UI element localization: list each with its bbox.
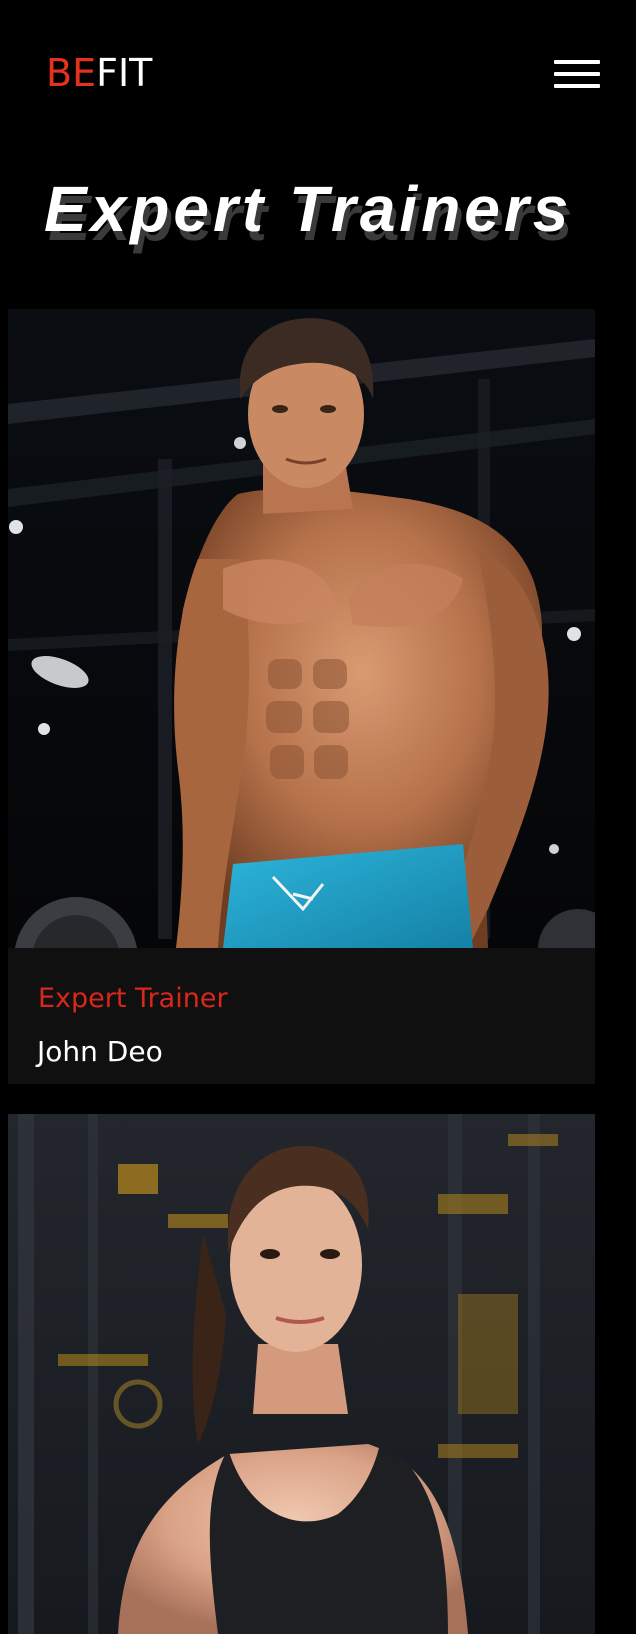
hamburger-menu-icon[interactable] <box>552 56 602 92</box>
menu-bar-bottom <box>554 84 600 88</box>
male-trainer-photo <box>8 309 595 948</box>
trainer-name[interactable]: John Deo <box>37 1035 163 1069</box>
trainer-card[interactable]: Expert Trainer John Deo <box>8 309 595 1084</box>
female-trainer-photo <box>8 1114 595 1634</box>
trainer-info: Expert Trainer John Deo <box>8 948 595 1084</box>
trainer-role: Expert Trainer <box>38 983 228 1014</box>
menu-bar-middle <box>554 72 600 76</box>
logo-main-text: FIT <box>96 51 153 95</box>
trainer-card[interactable] <box>8 1114 595 1634</box>
section-title: Expert Trainers <box>44 173 573 245</box>
befit-logo[interactable]: BEFIT <box>46 50 152 96</box>
site-header: BEFIT <box>0 0 636 150</box>
logo-accent-text: BE <box>46 51 97 95</box>
menu-bar-top <box>554 60 600 64</box>
